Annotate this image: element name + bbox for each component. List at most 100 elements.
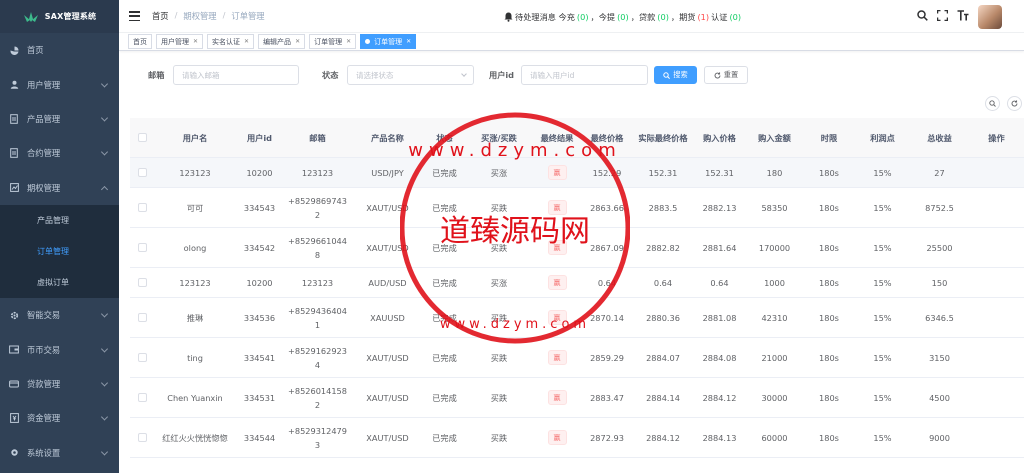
column-header: 操作 — [988, 132, 1005, 143]
cell-total: 6346.5 — [925, 312, 954, 323]
sidebar-item-6[interactable]: 币币交易 — [0, 332, 119, 366]
font-size-icon[interactable] — [957, 10, 969, 23]
table-row[interactable]: 123123 10200 123123 USD/JPY 已完成 买涨 赢 152.29 152.… — [130, 158, 1024, 188]
tag-realname[interactable]: 实名认证 ✕ — [207, 34, 255, 49]
cell-profit: 15% — [873, 432, 892, 443]
table-row[interactable]: olong 334542 +85296610448 XAUT/USD 已完成 买跌 赢 286… — [130, 228, 1024, 268]
cell-result: 赢 — [533, 430, 581, 445]
sidebar-item-1[interactable]: 用户管理 — [0, 67, 119, 101]
loan-label: ，贷款 — [630, 11, 656, 22]
fullscreen-icon[interactable] — [936, 9, 949, 23]
cell-actual: 2880.36 — [646, 312, 680, 323]
chevron-down-icon — [100, 310, 109, 318]
cell-buy: 2882.13 — [702, 202, 737, 213]
cell-name: 可可 — [186, 202, 204, 213]
cell-final: 152.29 — [592, 167, 622, 178]
reset-button[interactable]: 重置 — [704, 66, 748, 84]
tag-home[interactable]: 首页 — [128, 34, 152, 49]
email-label: 邮箱 — [148, 70, 165, 80]
sidebar-item-label: 资金管理 — [27, 413, 61, 424]
table-row[interactable]: 123123 10200 123123 AUD/USD 已完成 买涨 赢 0.64 0.64 0.… — [130, 268, 1024, 298]
table-row[interactable]: Chen Yuanxin 334531 +85260141582 XAUT/USD 已完… — [130, 378, 1024, 418]
tag-user-manage[interactable]: 用户管理 ✕ — [156, 34, 204, 49]
avatar[interactable] — [978, 4, 1002, 29]
cell-dir: 买涨 — [490, 167, 508, 178]
notice-bar[interactable]: 待处理消息 今充 (0) ，今提 (0) ，贷款 (0) ，期货 (1) 认证 … — [504, 0, 741, 33]
hamburger-icon[interactable] — [129, 11, 140, 21]
submenu-item-2[interactable]: 虚拟订单 — [0, 267, 119, 298]
cell-total: 4500 — [929, 392, 950, 403]
withdraw-count[interactable]: (0) — [617, 12, 629, 22]
close-icon[interactable]: ✕ — [295, 38, 300, 45]
result-badge: 赢 — [547, 240, 567, 255]
result-badge: 赢 — [547, 310, 567, 325]
settings-icon — [9, 448, 19, 458]
refresh-icon — [714, 71, 721, 78]
cell-product: XAUT/USD — [366, 352, 409, 363]
row-checkbox[interactable] — [138, 393, 147, 402]
row-checkbox[interactable] — [138, 433, 147, 442]
cell-email: +85298697432 — [288, 195, 347, 220]
row-select-cell — [130, 278, 155, 287]
recharge-count[interactable]: (0) — [577, 12, 589, 22]
result-badge: 赢 — [547, 165, 567, 180]
cell-final: 2867.09 — [590, 242, 624, 253]
submenu-item-1[interactable]: 订单管理 — [0, 236, 119, 267]
sidebar-item-3[interactable]: 合约管理 — [0, 136, 119, 170]
sidebar-item-8[interactable]: 资金管理 — [0, 401, 119, 435]
chevron-down-icon — [461, 71, 467, 77]
refresh-button[interactable] — [1007, 96, 1022, 111]
option-count[interactable]: (1) — [697, 12, 709, 22]
close-icon[interactable]: ✕ — [346, 38, 351, 45]
sidebar-item-4[interactable]: 期权管理 — [0, 171, 119, 205]
chevron-down-icon — [100, 148, 109, 156]
cell-uid: 10200 — [246, 167, 273, 178]
email-input[interactable]: 请输入邮箱 — [173, 65, 299, 85]
close-icon[interactable]: ✕ — [193, 38, 198, 45]
table-row[interactable]: 红红火火恍恍惚惚 334544 +85293124793 XAUT/USD 已完成 买跌 赢… — [130, 418, 1024, 458]
cell-dir: 买跌 — [490, 242, 508, 253]
close-icon[interactable]: ✕ — [406, 38, 411, 45]
cell-result: 赢 — [533, 350, 581, 365]
cell-product: XAUT/USD — [366, 432, 409, 443]
status-select[interactable]: 请选择状态 — [347, 65, 474, 85]
search-button[interactable]: 搜索 — [654, 66, 697, 84]
tag-order-manage[interactable]: 订单管理 ✕ — [309, 34, 357, 49]
breadcrumb-item[interactable]: 首页 — [152, 10, 169, 22]
cell-uid: 334544 — [243, 432, 276, 443]
tag-edit-product[interactable]: 编辑产品 ✕ — [258, 34, 306, 49]
loan-count[interactable]: (0) — [657, 12, 669, 22]
table-row[interactable]: 可可 334543 +85298697432 XAUT/USD 已完成 买跌 赢 2863.6… — [130, 188, 1024, 228]
row-checkbox[interactable] — [138, 313, 147, 322]
cell-name: 123123 — [179, 167, 211, 178]
breadcrumb: 首页 / 期权管理 / 订单管理 — [152, 10, 265, 22]
column-header: 购入价格 — [703, 132, 736, 143]
tag-label: 编辑产品 — [263, 37, 292, 46]
cell-total: 27 — [934, 167, 945, 178]
sidebar-item-9[interactable]: 系统设置 — [0, 436, 119, 470]
toggle-search-button[interactable] — [985, 96, 1000, 111]
search-icon[interactable] — [917, 10, 928, 23]
tag-order-manage-active[interactable]: 订单管理 ✕ — [360, 34, 417, 49]
row-checkbox[interactable] — [138, 353, 147, 362]
table-row[interactable]: 推琳 334536 +85294364041 XAUUSD 已完成 买跌 赢 2870.14 2… — [130, 298, 1024, 338]
sidebar-item-2[interactable]: 产品管理 — [0, 102, 119, 136]
row-checkbox[interactable] — [138, 168, 147, 177]
row-checkbox[interactable] — [138, 278, 147, 287]
sidebar-item-0[interactable]: 首页 — [0, 33, 119, 67]
auth-count[interactable]: (0) — [729, 12, 741, 22]
cell-actual: 0.64 — [653, 277, 673, 288]
table-row[interactable]: ting 334541 +85291629234 XAUT/USD 已完成 买跌 赢 2859… — [130, 338, 1024, 378]
uid-input[interactable]: 请输入用户id — [521, 65, 648, 85]
select-all-checkbox[interactable] — [138, 133, 147, 142]
row-checkbox[interactable] — [138, 203, 147, 212]
row-checkbox[interactable] — [138, 243, 147, 252]
order-table: 用户名 用户id 邮箱 产品名称 状态 买涨/买跌 最终结果 最终价格 实际最终价格 购入价格 购入… — [130, 118, 1024, 458]
refresh-icon — [1011, 100, 1018, 107]
document-icon — [9, 148, 19, 159]
sidebar-item-5[interactable]: 智能交易 — [0, 298, 119, 332]
search-form: 邮箱 请输入邮箱 状态 请选择状态 用户id 请输入用户id 搜索 重置 — [119, 62, 1024, 88]
sidebar-item-7[interactable]: 贷款管理 — [0, 367, 119, 401]
close-icon[interactable]: ✕ — [244, 38, 249, 45]
submenu-item-0[interactable]: 产品管理 — [0, 205, 119, 236]
